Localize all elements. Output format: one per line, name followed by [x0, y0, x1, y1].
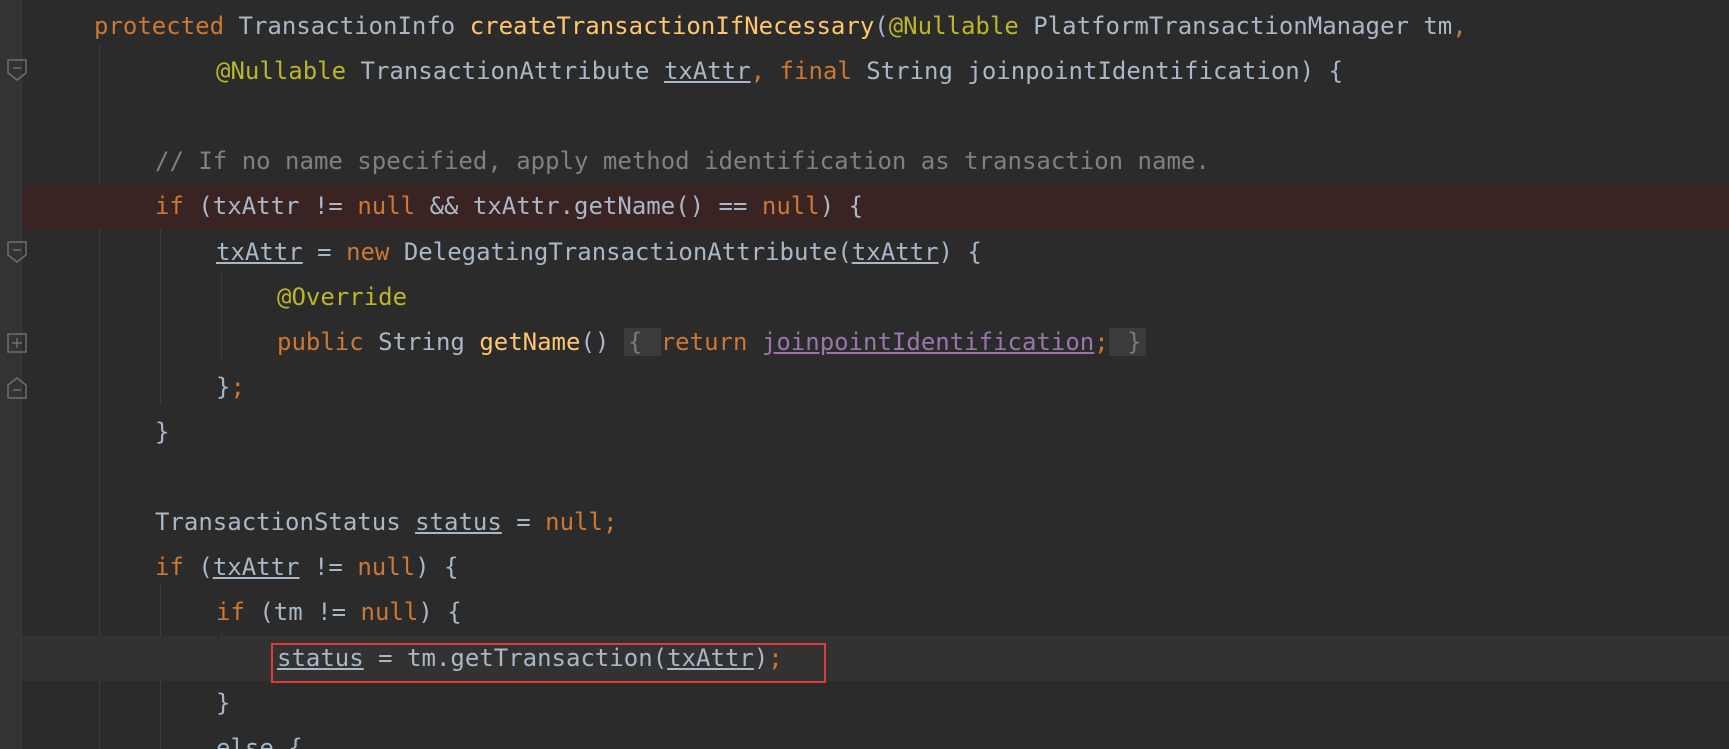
- code-token: null: [545, 508, 603, 536]
- code-token: (: [198, 553, 213, 581]
- code-token: String: [378, 328, 480, 356]
- code-text: if (txAttr != null) {: [155, 545, 458, 590]
- code-editor[interactable]: protected TransactionInfo createTransact…: [0, 0, 1729, 749]
- editor-gutter[interactable]: [0, 0, 22, 749]
- code-token: String joinpointIdentification) {: [866, 57, 1344, 85]
- code-line[interactable]: else {: [22, 726, 1729, 749]
- code-token: else {: [216, 734, 303, 749]
- code-token: }: [155, 418, 170, 446]
- code-text: txAttr = new DelegatingTransactionAttrib…: [216, 230, 982, 275]
- code-token: ) {: [415, 553, 459, 581]
- code-token: getName: [479, 328, 581, 356]
- code-token: null: [761, 192, 820, 220]
- code-token: public: [277, 328, 379, 356]
- code-text: TransactionStatus status = null;: [155, 500, 617, 545]
- code-line[interactable]: @Nullable TransactionAttribute txAttr, f…: [22, 49, 1729, 94]
- code-token: DelegatingTransactionAttribute(: [403, 238, 852, 266]
- code-text: }: [216, 681, 230, 726]
- code-token: {: [623, 328, 661, 356]
- code-token: PlatformTransactionManager tm: [1033, 12, 1453, 40]
- code-token: null: [357, 192, 430, 220]
- code-token: =: [302, 238, 347, 266]
- code-text: protected TransactionInfo createTransact…: [94, 4, 1467, 49]
- code-line[interactable]: txAttr = new DelegatingTransactionAttrib…: [22, 230, 1729, 275]
- code-token: txAttr: [212, 553, 300, 581]
- code-token: (txAttr !=: [198, 192, 358, 220]
- highlight-box: [271, 643, 826, 683]
- code-token: TransactionStatus: [155, 508, 416, 536]
- code-line[interactable]: TransactionStatus status = null;: [22, 500, 1729, 545]
- code-token: ,: [750, 57, 780, 85]
- code-line[interactable]: @Override: [22, 275, 1729, 320]
- code-token: ;: [230, 373, 245, 401]
- code-token: (tm !=: [259, 598, 361, 626]
- code-token: createTransactionIfNecessary: [469, 12, 875, 40]
- code-token: // If no name specified, apply method id…: [155, 147, 1210, 175]
- code-line[interactable]: if (txAttr != null) {: [22, 545, 1729, 590]
- code-text: @Nullable TransactionAttribute txAttr, f…: [216, 49, 1343, 94]
- code-token: final: [779, 57, 867, 85]
- code-token: ;: [1094, 328, 1109, 356]
- code-token: (): [580, 328, 624, 356]
- code-text: }: [155, 410, 169, 455]
- code-token: ) {: [938, 238, 982, 266]
- code-token: ,: [1452, 12, 1467, 40]
- code-token: @Nullable: [216, 57, 361, 85]
- code-token: ) {: [418, 598, 462, 626]
- code-token: }: [216, 373, 231, 401]
- code-token: if: [155, 192, 199, 220]
- code-line[interactable]: }: [22, 681, 1729, 726]
- code-token: if: [216, 598, 260, 626]
- code-text: if (tm != null) {: [216, 590, 462, 635]
- code-token: @Override: [277, 283, 408, 311]
- code-token: txAttr: [851, 238, 939, 266]
- code-token: return: [660, 328, 762, 356]
- code-token: txAttr: [663, 57, 751, 85]
- code-token: TransactionAttribute: [360, 57, 664, 85]
- code-token: null: [360, 598, 419, 626]
- code-token: }: [216, 689, 231, 717]
- code-token: null: [357, 553, 416, 581]
- code-text: if (txAttr != null && txAttr.getName() =…: [155, 184, 863, 229]
- code-line[interactable]: };: [22, 365, 1729, 410]
- code-token: ) {: [819, 192, 864, 220]
- code-line[interactable]: }: [22, 410, 1729, 455]
- code-token: if: [155, 553, 199, 581]
- code-token: joinpointIdentification: [761, 328, 1095, 356]
- code-line[interactable]: public String getName() { return joinpoi…: [22, 320, 1729, 365]
- code-line[interactable]: protected TransactionInfo createTransact…: [22, 4, 1729, 49]
- code-text: else {: [216, 726, 303, 749]
- code-text: };: [216, 365, 245, 410]
- code-line[interactable]: // If no name specified, apply method id…: [22, 139, 1729, 184]
- code-annotation: @Override: [277, 275, 407, 320]
- code-token: new: [346, 238, 404, 266]
- code-token: status: [415, 508, 502, 536]
- code-text: public String getName() { return joinpoi…: [277, 320, 1146, 365]
- code-token: }: [1108, 328, 1146, 356]
- code-token: TransactionInfo: [238, 12, 470, 40]
- code-comment: // If no name specified, apply method id…: [155, 139, 1210, 184]
- code-line[interactable]: if (tm != null) {: [22, 590, 1729, 635]
- breakpoint-line[interactable]: if (txAttr != null && txAttr.getName() =…: [22, 184, 1729, 229]
- code-token: protected: [94, 12, 239, 40]
- code-token: !=: [299, 553, 358, 581]
- code-token: =: [501, 508, 546, 536]
- code-token: txAttr: [216, 238, 303, 266]
- code-token: && txAttr.getName() ==: [429, 192, 762, 220]
- code-token: ;: [602, 508, 618, 536]
- code-token: (: [874, 12, 889, 40]
- code-token: @Nullable: [888, 12, 1034, 40]
